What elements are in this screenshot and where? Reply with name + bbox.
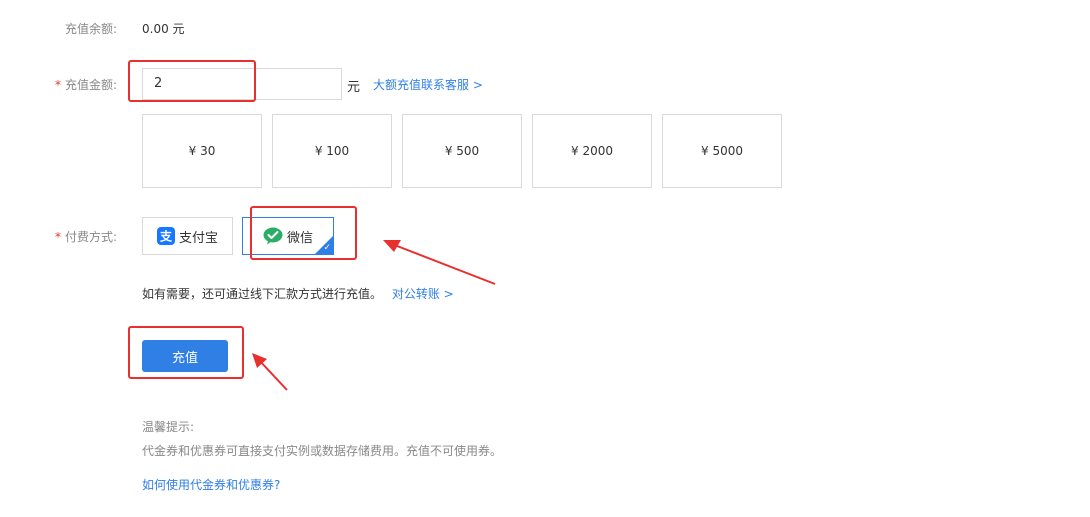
- recharge-button[interactable]: 充值: [142, 340, 228, 372]
- annotation-arrow-wechat: [383, 240, 496, 285]
- tips-title: 温馨提示:: [142, 420, 195, 434]
- payment-option-wechat[interactable]: 微信 ✓: [242, 217, 334, 255]
- check-icon: ✓: [323, 243, 331, 253]
- payment-label: 付费方式:: [64, 230, 117, 244]
- preset-amount-100[interactable]: ¥ 100: [272, 114, 392, 188]
- amount-label-row: * 充值金额:: [52, 76, 117, 93]
- annotation-arrow-recharge: [252, 353, 288, 391]
- tips-text: 代金券和优惠券可直接支付实例或数据存储费用。充值不可使用券。: [142, 444, 503, 458]
- preset-amount-2000[interactable]: ¥ 2000: [532, 114, 652, 188]
- wechat-label: 微信: [286, 230, 313, 246]
- alipay-label: 支付宝: [178, 230, 218, 246]
- preset-amount-30[interactable]: ¥ 30: [142, 114, 262, 188]
- balance-value: 0.00 元: [142, 22, 185, 36]
- offline-text: 如有需要，还可通过线下汇款方式进行充值。: [142, 287, 383, 301]
- amount-unit: 元: [347, 80, 361, 95]
- balance-label: 充值余额:: [64, 22, 117, 36]
- payment-option-alipay[interactable]: 支 支付宝: [142, 217, 233, 255]
- wechat-icon: [263, 227, 283, 245]
- offline-transfer-link[interactable]: 对公转账 >: [392, 287, 454, 301]
- preset-amount-500[interactable]: ¥ 500: [402, 114, 522, 188]
- svg-text:支: 支: [159, 229, 173, 244]
- offline-row: 如有需要，还可通过线下汇款方式进行充值。 对公转账 >: [142, 285, 454, 302]
- amount-label: 充值金额:: [64, 78, 117, 92]
- alipay-icon: 支: [156, 227, 175, 245]
- required-mark: *: [54, 230, 61, 244]
- amount-input[interactable]: 2: [142, 68, 342, 100]
- large-amount-link[interactable]: 大额充值联系客服 >: [373, 76, 483, 93]
- required-mark: *: [54, 78, 61, 92]
- payment-label-row: * 付费方式:: [52, 228, 117, 245]
- preset-amount-5000[interactable]: ¥ 5000: [662, 114, 782, 188]
- coupon-help-link[interactable]: 如何使用代金券和优惠券?: [142, 476, 280, 493]
